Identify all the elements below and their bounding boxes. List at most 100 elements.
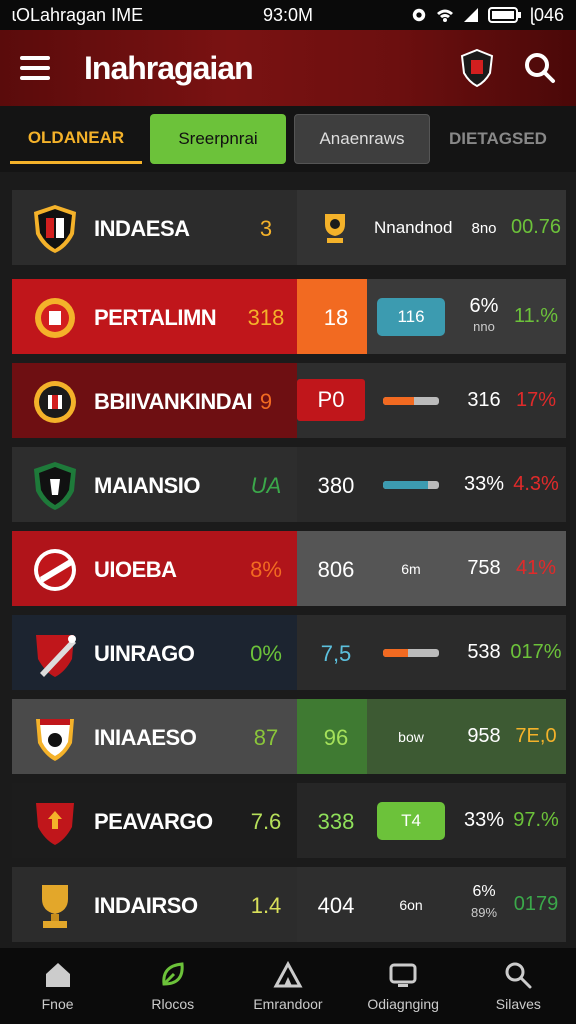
pct-sub: nno: [473, 319, 495, 334]
slot-text: bow: [398, 729, 424, 745]
table-row[interactable]: INDAESA 3 Nnandnod 8no 00.76: [12, 190, 566, 265]
table-row[interactable]: INIAAESO 87 96 bow 958 7E,0: [12, 699, 566, 774]
team-value: 806: [317, 557, 355, 582]
tab-bar: OLDANEAR Sreerpnrai Anaenraws DIETAGSED: [0, 106, 576, 172]
team-crest-icon: [34, 549, 76, 591]
tab-anaenraws[interactable]: Anaenraws: [294, 114, 430, 164]
tab-dietagsed[interactable]: DIETAGSED: [438, 114, 558, 164]
team-name: MAIANSIO: [94, 473, 201, 498]
nav-silaves[interactable]: Silaves: [463, 960, 573, 1012]
battery-icon: [487, 7, 521, 23]
team-name: PERTALIMN: [94, 305, 217, 330]
team-value: P0: [297, 379, 365, 421]
value-pill: 116: [377, 298, 445, 336]
bottom-nav: Fnoe Rlocos Emrandoor Odiagnging Silaves: [0, 948, 576, 1024]
search-icon[interactable]: [524, 52, 556, 84]
team-crest-icon: [36, 803, 74, 845]
wifi-icon: [436, 9, 453, 22]
leaf-icon: [162, 962, 184, 986]
progress-bar: [383, 649, 439, 657]
team-crest-icon: [36, 635, 76, 677]
table-row[interactable]: PEAVARGO 7.6 338 T4 33% 97.%: [12, 783, 566, 858]
nav-home[interactable]: Fnoe: [3, 960, 113, 1012]
team-score: UA: [250, 473, 282, 498]
nav-emrandoor[interactable]: Emrandoor: [233, 960, 343, 1012]
progress-fill: [383, 397, 414, 405]
app-header: Inahragaian: [0, 30, 576, 106]
team-name: UINRAGO: [94, 641, 195, 666]
pct-secondary: 11.%: [513, 305, 559, 327]
nav-label: Silaves: [495, 996, 541, 1012]
pct-primary: 316: [467, 389, 501, 411]
pct-secondary: 17%: [515, 389, 557, 411]
team-name: PEAVARGO: [94, 809, 213, 834]
tv-icon: [389, 963, 417, 987]
status-bar: ɩOLahragan IME 93:0M ɭ046: [0, 0, 576, 30]
alarm-icon: [412, 8, 426, 22]
tent-icon: [273, 960, 303, 988]
team-name: UIOEBA: [94, 557, 177, 582]
table-row[interactable]: MAIANSIO UA 380 33% 4.3%: [12, 447, 566, 522]
team-crest-icon: [34, 205, 76, 253]
team-name: INDAESA: [94, 216, 190, 241]
team-value: 96: [323, 725, 349, 750]
progress-bar: [383, 397, 439, 405]
pct-sub: 89%: [470, 905, 498, 920]
team-name: INDAIRSO: [94, 893, 198, 918]
slot-text: Nnandnod: [374, 218, 453, 237]
team-crest-icon: [36, 719, 74, 761]
pct-primary: 538: [467, 641, 501, 663]
team-value: 7,5: [320, 641, 352, 666]
shield-icon[interactable]: [460, 49, 494, 87]
team-value: 380: [317, 473, 355, 498]
team-value: 338: [317, 809, 355, 834]
nav-odiagnging[interactable]: Odiagnging: [348, 960, 458, 1012]
pct-primary: 33%: [463, 809, 505, 831]
team-score: 87: [253, 725, 279, 750]
menu-icon[interactable]: [20, 56, 50, 80]
nav-label: Rlocos: [151, 996, 195, 1012]
table-row[interactable]: PERTALIMN 318 18 116 6% nno 11.%: [12, 279, 566, 354]
team-score: 1.4: [250, 893, 282, 918]
value-pill: T4: [377, 802, 445, 840]
slot-text: 6m: [401, 561, 421, 577]
team-score: 8%: [250, 557, 282, 582]
pct-secondary: 0179: [513, 893, 559, 915]
table-row[interactable]: BBIIVANKINDAI 9 P0 316 17%: [12, 363, 566, 438]
nav-rlocos[interactable]: Rlocos: [118, 960, 228, 1012]
pct-primary: 33%: [463, 473, 505, 495]
status-right-text: ɭ046: [529, 4, 564, 25]
progress-fill: [383, 649, 409, 657]
tab-oldanear[interactable]: OLDANEAR: [10, 114, 142, 164]
pct-secondary: 4.3%: [513, 473, 559, 495]
pct-primary: 6%: [472, 883, 496, 900]
team-crest-icon: [34, 462, 76, 510]
pct-secondary: 7E,0: [515, 725, 557, 747]
home-icon: [45, 963, 70, 987]
slot-text: 6on: [399, 897, 423, 913]
nav-label: Odiagnging: [367, 996, 439, 1012]
nav-label: Emrandoor: [253, 996, 323, 1012]
team-score: 3: [259, 216, 273, 241]
trophy-icon: [325, 214, 345, 243]
pct-primary: 958: [467, 725, 501, 747]
table-row[interactable]: UINRAGO 0% 7,5 538 017%: [12, 615, 566, 690]
tab-sreerpnrai[interactable]: Sreerpnrai: [150, 114, 286, 164]
team-name: BBIIVANKINDAI: [94, 389, 253, 414]
nav-label: Fnoe: [41, 996, 74, 1012]
table-row[interactable]: UIOEBA 8% 806 6m 758 41%: [12, 531, 566, 606]
team-crest-icon: [35, 298, 75, 338]
pct-secondary: 00.76: [510, 216, 562, 238]
team-value: 404: [317, 893, 355, 918]
trophy-icon: [42, 885, 68, 928]
status-left-text: ɩOLahragan IME: [12, 4, 144, 25]
team-score: 9: [259, 389, 273, 414]
pct-primary: 8no: [471, 220, 497, 237]
pct-primary: 6%: [469, 295, 499, 317]
progress-fill: [383, 481, 428, 489]
pct-secondary: 017%: [510, 641, 562, 663]
table-row[interactable]: INDAIRSO 1.4 404 6on 6% 89% 0179: [12, 867, 566, 942]
app-title: Inahragaian: [84, 49, 254, 86]
search-icon: [505, 962, 532, 989]
pct-secondary: 97.%: [513, 809, 559, 831]
